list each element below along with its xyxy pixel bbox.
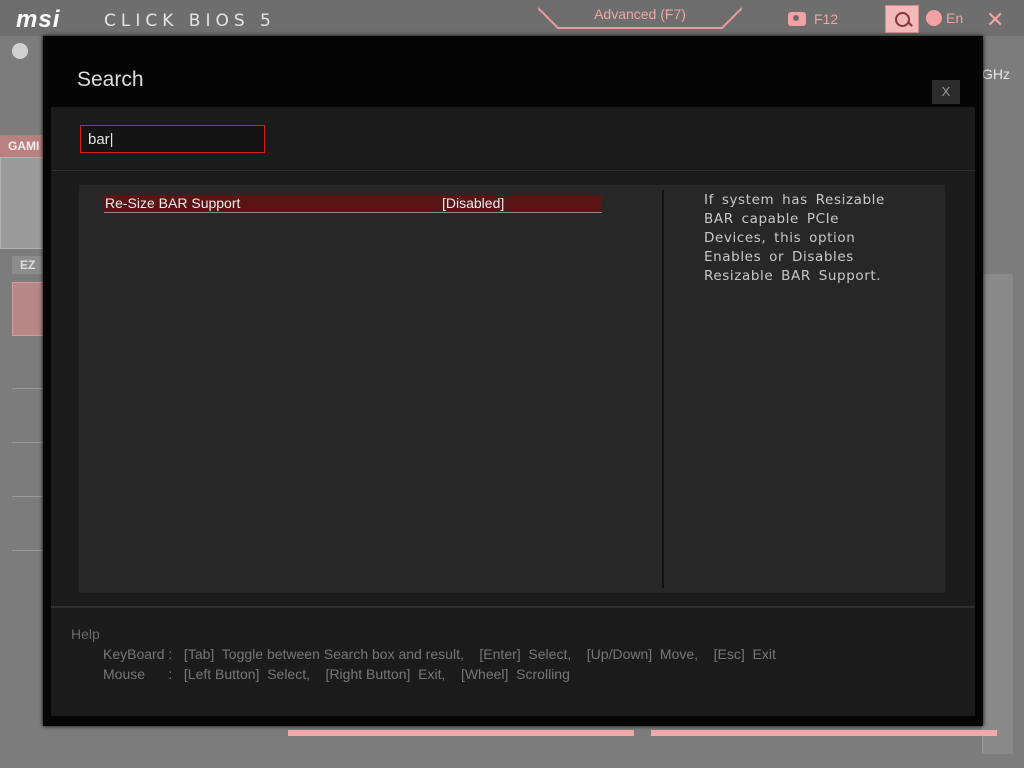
help-mouse: Mouse : [Left Button] Select, [Right But… (103, 666, 570, 682)
advanced-mode-tab[interactable]: Advanced (F7) (538, 0, 742, 30)
dialog-title: Search (77, 68, 144, 91)
result-value: [Disabled] (442, 195, 505, 211)
screenshot-button[interactable]: F12 (788, 9, 838, 29)
dialog-close-button[interactable]: X (932, 80, 960, 104)
ez-mode-label: EZ (12, 256, 44, 274)
search-button[interactable] (885, 5, 919, 33)
help-title: Help (71, 626, 100, 642)
sidebar-item-fan[interactable] (12, 444, 44, 497)
bottom-tile-right[interactable] (651, 730, 997, 736)
item-description: If system has Resizable BAR capable PCIe… (704, 192, 885, 284)
game-boost-label: GAMI (0, 135, 44, 157)
top-bar: msi CLICK BIOS 5 Advanced (F7) F12 En ✕ (0, 0, 1024, 36)
search-input[interactable] (80, 125, 265, 153)
language-label: En (946, 10, 964, 26)
sidebar-item-cpu[interactable] (12, 282, 46, 336)
right-side-panel (982, 274, 1013, 754)
result-name: Re-Size BAR Support (105, 195, 241, 211)
sidebar-item-storage[interactable] (12, 390, 44, 443)
result-row-resize-bar[interactable]: Re-Size BAR Support [Disabled] (104, 195, 602, 213)
close-icon[interactable]: ✕ (986, 7, 1004, 33)
dialog-body: Re-Size BAR Support [Disabled] If system… (51, 107, 975, 716)
divider (51, 606, 975, 608)
game-boost-panel[interactable] (0, 157, 44, 249)
panel-divider (662, 190, 664, 588)
sidebar-item-memory[interactable] (12, 336, 44, 389)
language-button[interactable]: En (926, 10, 963, 26)
search-dialog: Search X Re-Size BAR Support [Disabled] … (43, 36, 983, 726)
help-keyboard: KeyBoard : [Tab] Toggle between Search b… (103, 646, 776, 662)
cpu-frequency-partial: GHz (982, 66, 1010, 82)
bottom-tile-left[interactable] (288, 730, 634, 736)
divider (51, 170, 975, 171)
clock-icon (12, 43, 28, 59)
sidebar-item-bios[interactable] (12, 498, 44, 551)
screenshot-key-label: F12 (814, 11, 839, 27)
product-name: CLICK BIOS 5 (104, 11, 276, 31)
camera-icon (788, 12, 806, 26)
msi-logo: msi (16, 6, 61, 33)
results-panel: Re-Size BAR Support [Disabled] If system… (79, 185, 945, 593)
globe-icon (926, 10, 942, 26)
mode-tab-label: Advanced (F7) (594, 6, 686, 22)
